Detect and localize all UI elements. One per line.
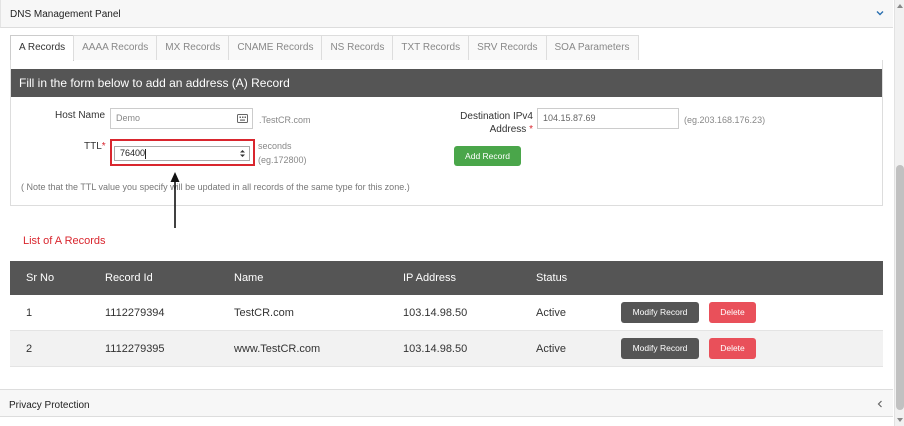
destination-ipv4-label: Destination IPv4 Address * [451,110,533,136]
record-id-cell: 1112279395 [105,343,165,355]
host-name-input[interactable]: Demo [110,108,253,129]
form-heading: Fill in the form below to add an address… [11,69,882,97]
modify-record-button[interactable]: Modify Record [621,302,699,323]
column-header: IP Address [403,272,456,284]
table-header: Sr No Record Id Name IP Address Status [10,261,883,295]
tab-mx-records[interactable]: MX Records [156,35,230,60]
modify-record-button[interactable]: Modify Record [621,338,699,359]
ttl-input[interactable]: 76400 [114,146,250,161]
host-name-value: Demo [116,113,141,123]
dns-panel-header[interactable]: DNS Management Panel [0,0,893,28]
tab-cname-records[interactable]: CNAME Records [228,35,323,60]
ttl-example: (eg.172800) [258,155,307,165]
ttl-label-text: TTL [84,141,102,152]
text-cursor [145,148,147,159]
panel-title: DNS Management Panel [10,9,121,20]
delete-button[interactable]: Delete [709,338,756,359]
destination-example: (eg.203.168.176.23) [684,115,766,125]
table-row: 2 1112279395 www.TestCR.com 103.14.98.50… [10,331,883,367]
add-a-record-form: Fill in the form below to add an address… [10,60,883,206]
tab-aaaa-records[interactable]: AAAA Records [73,35,158,60]
ttl-note: ( Note that the TTL value you specify wi… [21,182,410,192]
ip-address-cell: 103.14.98.50 [403,343,468,355]
host-domain-suffix: .TestCR.com [259,115,311,125]
tab-srv-records[interactable]: SRV Records [468,35,547,60]
ttl-unit: seconds [258,141,292,151]
ip-address-cell: 103.14.98.50 [403,307,468,319]
chevron-down-icon[interactable] [875,8,885,18]
privacy-protection-panel-header[interactable]: Privacy Protection [0,389,893,417]
privacy-protection-title: Privacy Protection [9,400,90,411]
table-row: 1 1112279394 TestCR.com 103.14.98.50 Act… [10,295,883,331]
record-type-tabs: A Records AAAA Records MX Records CNAME … [10,35,639,61]
delete-button[interactable]: Delete [709,302,756,323]
column-header: Name [234,272,264,284]
chevron-left-icon[interactable] [875,399,885,409]
dest-label-line2: Address [489,124,527,135]
ttl-value: 76400 [120,148,146,158]
status-cell: Active [536,307,566,319]
sr-no-cell: 2 [26,343,33,355]
scroll-down-icon[interactable] [896,416,904,424]
spinner-icon[interactable] [239,149,246,158]
dest-required-mark: * [529,124,533,135]
host-name-label: Host Name [55,110,106,121]
name-cell: www.TestCR.com [234,343,321,355]
records-list-title: List of A Records [23,235,106,247]
annotation-arrow [170,172,180,228]
column-header: Sr No [26,272,55,284]
tab-soa-parameters[interactable]: SOA Parameters [545,35,639,60]
ttl-label: TTL* [84,141,106,152]
status-cell: Active [536,343,566,355]
tab-a-records[interactable]: A Records [10,35,75,61]
sr-no-cell: 1 [26,307,33,319]
record-id-cell: 1112279394 [105,307,165,319]
add-record-button[interactable]: Add Record [454,146,521,166]
scroll-thumb[interactable] [896,165,904,410]
keyboard-icon [237,114,248,123]
tab-txt-records[interactable]: TXT Records [392,35,470,60]
column-header: Record Id [105,272,153,284]
a-records-table: Sr No Record Id Name IP Address Status 1… [10,261,883,367]
scroll-up-icon[interactable] [896,2,904,10]
name-cell: TestCR.com [234,307,294,319]
column-header: Status [536,272,568,284]
destination-ipv4-input[interactable]: 104.15.87.69 [537,108,679,129]
page-scrollbar[interactable] [894,0,904,426]
tab-ns-records[interactable]: NS Records [321,35,394,60]
dest-label-line1: Destination IPv4 [460,111,533,122]
ttl-required-mark: * [101,141,106,152]
